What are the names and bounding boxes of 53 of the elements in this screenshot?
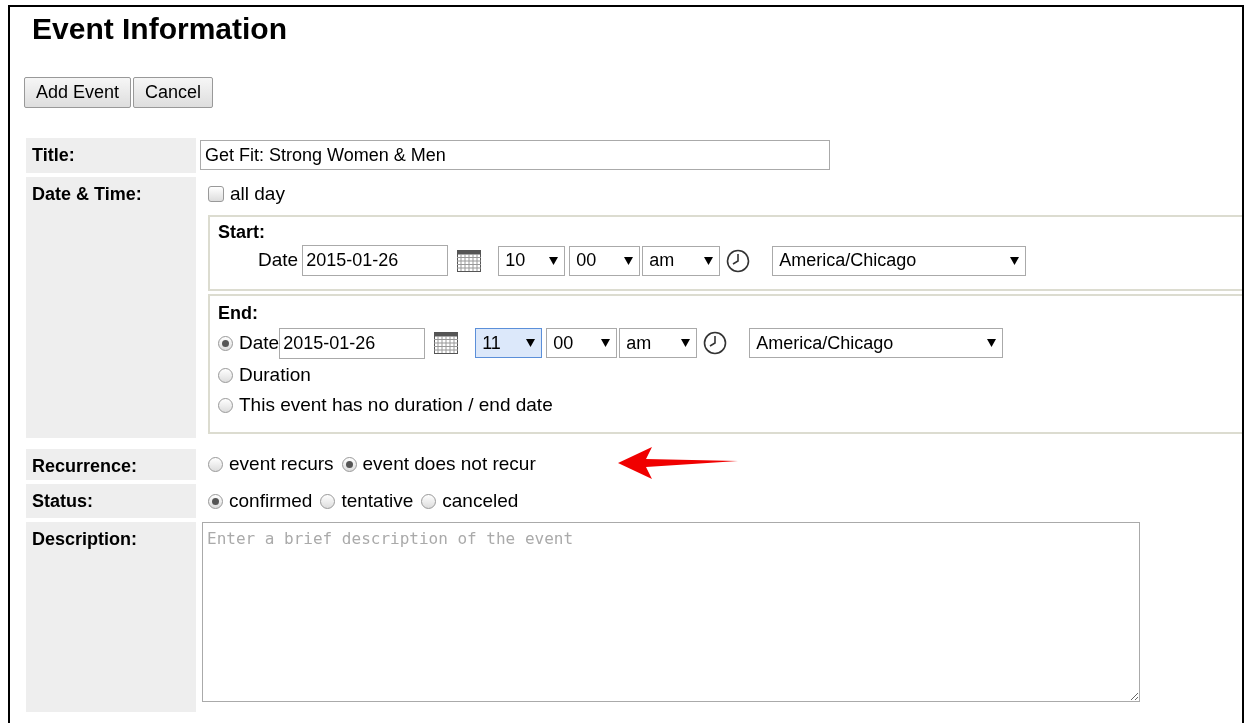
dropdown[interactable]: America/Chicago (772, 245, 1027, 276)
caret-icon (681, 339, 691, 347)
radio-label: event recurs (229, 452, 334, 477)
date-field[interactable]: 2015-01-26 (302, 245, 449, 276)
radio-button[interactable] (218, 335, 233, 351)
radio-label: Duration (239, 362, 311, 387)
caret-icon (624, 256, 634, 265)
caret-icon (1010, 256, 1020, 265)
clock-icon[interactable] (726, 248, 751, 273)
radio-label: canceled (442, 488, 519, 513)
field-label: Recurrence: (26, 449, 196, 480)
radio-button[interactable] (320, 493, 336, 509)
section-heading: Start: (218, 221, 266, 243)
radio-label: tentative (341, 488, 414, 513)
radio-button[interactable] (208, 457, 223, 472)
title-field[interactable]: Get Fit: Strong Women & Men (200, 140, 830, 170)
radio-label: This event has no duration / end date (239, 392, 553, 417)
field-label: Date & Time: (26, 177, 196, 438)
caret-icon (601, 339, 611, 347)
caret-icon (526, 339, 536, 347)
date-field[interactable]: 2015-01-26 (279, 327, 426, 359)
field-label: Title: (26, 138, 196, 173)
radio-button[interactable] (218, 367, 233, 383)
dropdown[interactable]: am (619, 328, 698, 358)
caret-icon (549, 256, 559, 265)
radio-button[interactable] (218, 397, 233, 413)
radio-label: Date (239, 330, 280, 355)
radio-button[interactable] (341, 457, 357, 472)
checkbox-label: all day (230, 181, 285, 206)
clock-icon[interactable] (703, 331, 728, 355)
caret-icon (704, 256, 714, 265)
dropdown[interactable]: 11 (475, 328, 543, 358)
radio-button[interactable] (208, 493, 223, 509)
page-heading: Event Information (32, 11, 288, 47)
add-event-button[interactable]: Add Event (24, 77, 132, 108)
radio-button[interactable] (421, 493, 437, 509)
dropdown[interactable]: am (642, 245, 721, 276)
caret-icon (987, 339, 997, 347)
section-heading: End: (218, 302, 259, 324)
dropdown[interactable]: 00 (546, 328, 618, 358)
dropdown[interactable]: 00 (569, 245, 641, 276)
field-label: Description: (26, 522, 196, 712)
radio-label: confirmed (229, 488, 313, 513)
field-label: Status: (26, 484, 196, 518)
date-label: Date (258, 248, 299, 273)
calendar-icon[interactable] (457, 249, 482, 272)
radio-label: event does not recur (362, 452, 536, 477)
dropdown[interactable]: 10 (498, 245, 566, 276)
dropdown[interactable]: America/Chicago (749, 328, 1004, 358)
calendar-icon[interactable] (434, 332, 459, 354)
checkbox[interactable] (208, 186, 224, 202)
description-field[interactable]: Enter a brief description of the event (202, 522, 1140, 702)
cancel-button[interactable]: Cancel (133, 77, 214, 108)
